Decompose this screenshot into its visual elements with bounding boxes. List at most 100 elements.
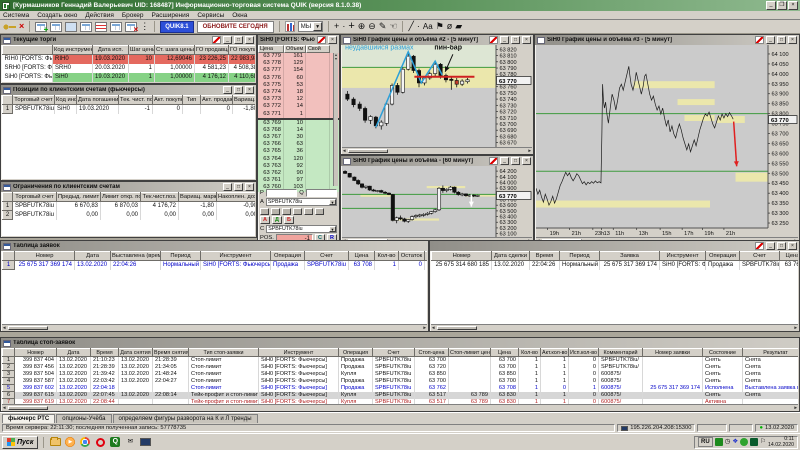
table-row[interactable]: 25 675 314 680 185 13.02.2020 22:04:26 Норм… [431, 260, 798, 270]
zoom-in-icon[interactable]: ⊕ [358, 21, 366, 32]
table-row[interactable]: 4 399 837 587 13.02.2020 22:03:42 13.02.2020… [2, 377, 798, 385]
maximize-button[interactable]: □ [234, 183, 243, 191]
quick-action-button[interactable]: А [260, 216, 270, 224]
tray-check-icon[interactable] [740, 438, 749, 446]
table-row[interactable]: 3 399 837 504 13.02.2020 21:39:42 13.02.2020… [2, 370, 798, 378]
menu-item[interactable]: Расширения [152, 12, 190, 19]
column-header[interactable]: Код инструмента [52, 45, 93, 55]
disconnect-icon[interactable]: × [19, 21, 24, 32]
alert-icon[interactable] [755, 36, 764, 44]
minimize-button[interactable]: _ [766, 242, 775, 250]
dot-tool-icon[interactable]: · [342, 21, 345, 32]
close-button[interactable]: × [522, 157, 531, 165]
table-row[interactable]: 1 399 837 404 13.02.2020 21:10:23 13.02.2020… [2, 356, 798, 364]
column-header[interactable] [2, 192, 13, 202]
hand-tool-icon[interactable]: ☜ [389, 21, 397, 32]
order-mode-button[interactable] [271, 207, 280, 215]
column-header[interactable]: Заявка [599, 251, 660, 261]
column-header[interactable]: Дата [56, 348, 91, 357]
table-row[interactable]: 1 SPBFUTK78iu 6 670,83 6 870,03 4 176,72 -1,8… [2, 201, 255, 211]
close-button[interactable]: × [788, 242, 797, 250]
close-button[interactable]: × [788, 36, 797, 44]
close-button[interactable]: × [245, 183, 254, 191]
column-header[interactable]: Время [90, 348, 119, 357]
column-header[interactable]: Операция [705, 251, 740, 261]
point-icon[interactable]: · [417, 21, 420, 32]
window-titlebar[interactable]: Таблица стоп-заявок [1, 338, 799, 348]
table-row[interactable]: 1 25 675 317 369 174 13.02.2020 22:04:26 Нор… [2, 260, 427, 270]
minimize-button[interactable]: _ [766, 1, 776, 10]
minimize-button[interactable]: _ [223, 36, 232, 44]
candle-chart-icon[interactable] [284, 21, 295, 32]
window-titlebar[interactable]: SiH0 График цены и объёма #2 - [5 минут]… [341, 35, 533, 45]
horizontal-scrollbar[interactable]: ◄► [431, 324, 798, 330]
table-row[interactable]: SiH0 [FORTS: ФьючерSiH019.03.202011,0000… [2, 72, 255, 82]
hide-drawings-icon[interactable]: ø [447, 21, 453, 32]
connect-key-icon[interactable] [3, 22, 16, 31]
column-header[interactable]: Цена [779, 251, 798, 261]
column-header[interactable]: Время [529, 251, 560, 261]
tray-flag-icon[interactable]: ⚐ [760, 437, 766, 447]
order-mode-button[interactable] [260, 207, 269, 215]
maximize-button[interactable]: □ [234, 86, 243, 94]
maximize-button[interactable]: □ [234, 36, 243, 44]
monitor-icon[interactable] [139, 436, 151, 448]
dom-ask-row[interactable]: 63 774 18 [258, 88, 339, 97]
window-titlebar[interactable]: SiH0 [FORTS: Фьюч × [258, 35, 339, 45]
maximize-button[interactable]: □ [511, 36, 520, 44]
order-mode-button[interactable] [293, 207, 302, 215]
maximize-button[interactable]: □ [777, 36, 786, 44]
price-input[interactable] [265, 189, 298, 197]
close-button[interactable]: × [788, 1, 798, 10]
window-titlebar[interactable]: Ограничения по клиентским счетам _ □ × [1, 182, 256, 192]
alert-icon[interactable] [755, 242, 764, 250]
workspace-tab[interactable]: определяем фигуры разворота на К и Л тре… [112, 414, 258, 423]
column-header[interactable]: Номер заявки [642, 348, 703, 357]
alert-icon[interactable] [489, 157, 498, 165]
column-header[interactable]: Накоплен. доход [216, 192, 255, 202]
column-header[interactable]: Предыд. лимит откр. поз. [56, 192, 101, 202]
column-header[interactable] [2, 45, 53, 55]
price-chart[interactable]: неудавшийся размах пин-бар 63 670 63 680 63 … [342, 43, 532, 147]
column-header[interactable]: Тек.чист.поз. [140, 192, 179, 202]
dom-bid-row[interactable]: 63 767 30 [258, 134, 339, 142]
folder-shortcut-icon[interactable] [49, 436, 61, 448]
dom-bid-row[interactable]: 63 765 36 [258, 148, 339, 156]
quick-action-button[interactable]: Д [272, 216, 282, 224]
column-header[interactable]: Номер [14, 348, 57, 357]
pencil-icon[interactable]: ✎ [379, 21, 387, 32]
column-header[interactable]: Лимит откр. поз. [100, 192, 141, 202]
price-chart[interactable]: 63 250 63 300 63 350 63 400 63 450 63 500 63 5… [535, 45, 798, 237]
dom-bid-row[interactable]: 63 768 14 [258, 126, 339, 135]
column-header[interactable]: Период [160, 251, 201, 261]
column-header[interactable]: Инструмент [200, 251, 271, 261]
trend-line-icon[interactable]: ╱ [408, 21, 413, 32]
window-titlebar[interactable]: SiH0 График цены и объёма #3 - [5 минут]… [535, 35, 799, 45]
account-a-combo[interactable]: SPBFUTK78iu ▼ [265, 198, 337, 206]
order-mode-button[interactable] [304, 207, 313, 215]
menu-item[interactable]: Сервисы [197, 12, 224, 19]
tray-screen-icon[interactable] [750, 438, 759, 446]
column-header[interactable]: Кол-во [518, 348, 541, 357]
column-header[interactable]: Счет [304, 251, 349, 261]
price-chart[interactable]: 63 100 63 200 63 300 63 400 63 500 63 600 63 7… [342, 166, 532, 238]
minimize-button[interactable]: _ [500, 157, 509, 165]
maximize-button[interactable]: □ [777, 242, 786, 250]
column-header[interactable] [2, 251, 15, 261]
more-tools-icon[interactable]: ⋮ [140, 21, 149, 32]
column-header[interactable]: Акт. продажа [200, 95, 233, 105]
delete-table-icon[interactable] [125, 21, 138, 34]
language-indicator[interactable]: RU [698, 437, 713, 447]
column-header[interactable]: Цена [258, 45, 284, 53]
horizontal-scrollbar[interactable]: ◄► [2, 324, 427, 330]
dom-ask-row[interactable]: 63 776 60 [258, 74, 339, 82]
dom-bid-row[interactable]: 63 766 63 [258, 141, 339, 149]
eraser-icon[interactable]: ▰ [455, 21, 462, 32]
alert-icon[interactable] [317, 36, 326, 44]
dom-bid-row[interactable]: 63 763 92 [258, 162, 339, 170]
settings-table-icon[interactable] [110, 21, 123, 32]
minimize-button[interactable]: _ [500, 36, 509, 44]
quik-shortcut-icon[interactable]: Q [109, 436, 121, 448]
quick-action-button[interactable]: Б [284, 216, 294, 224]
picture-icon[interactable] [65, 21, 78, 32]
